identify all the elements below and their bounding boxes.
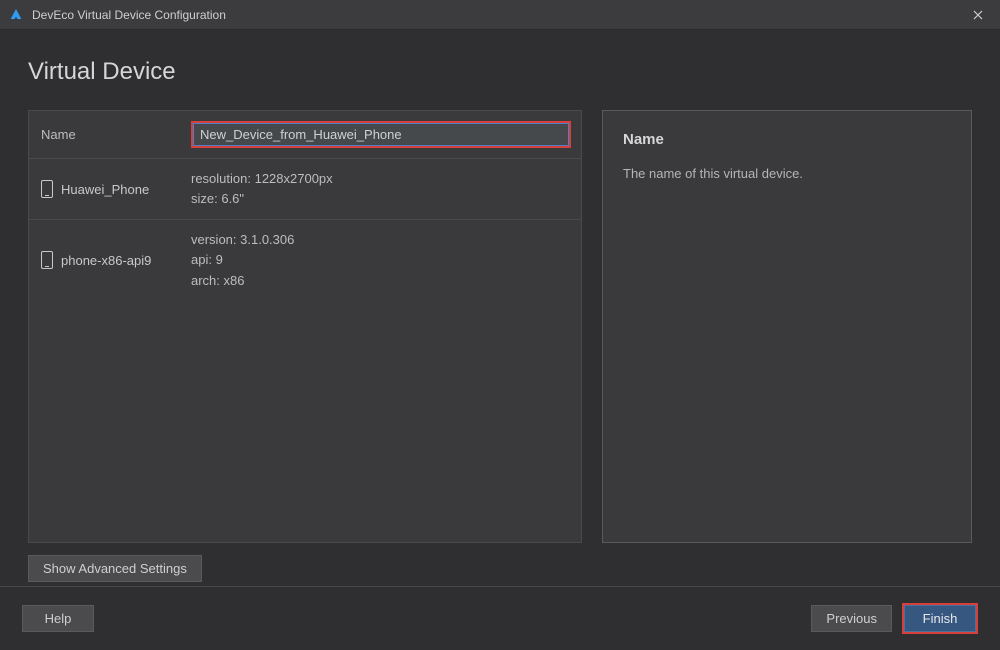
page-title: Virtual Device [28, 58, 972, 86]
finish-button-highlight: Finish [902, 603, 978, 634]
config-panel: Name Huawei_Phone resolution: 1228x2700p… [28, 110, 582, 543]
finish-button[interactable]: Finish [904, 605, 976, 632]
device-row[interactable]: Huawei_Phone resolution: 1228x2700px siz… [29, 158, 581, 219]
device-name: phone-x86-api9 [61, 253, 151, 268]
advanced-row: Show Advanced Settings [28, 555, 972, 582]
app-logo-icon [8, 7, 24, 23]
device-details: version: 3.1.0.306 api: 9 arch: x86 [191, 230, 571, 290]
phone-icon [41, 180, 53, 198]
device-row[interactable]: phone-x86-api9 version: 3.1.0.306 api: 9… [29, 219, 581, 300]
help-button[interactable]: Help [22, 605, 94, 632]
device-detail-line: size: 6.6" [191, 189, 571, 209]
phone-icon [41, 251, 53, 269]
device-details: resolution: 1228x2700px size: 6.6" [191, 169, 571, 209]
device-label: phone-x86-api9 [41, 251, 181, 269]
titlebar: DevEco Virtual Device Configuration [0, 0, 1000, 30]
window-title: DevEco Virtual Device Configuration [32, 8, 964, 22]
info-body: The name of this virtual device. [623, 166, 951, 181]
close-button[interactable] [964, 1, 992, 29]
info-panel: Name The name of this virtual device. [602, 110, 972, 543]
name-input-highlight [191, 121, 571, 148]
device-detail-line: resolution: 1228x2700px [191, 169, 571, 189]
footer: Help Previous Finish [0, 586, 1000, 650]
device-detail-line: arch: x86 [191, 271, 571, 291]
info-title: Name [623, 131, 951, 148]
content-area: Virtual Device Name Huawei_Phone resolut… [0, 30, 1000, 586]
device-label: Huawei_Phone [41, 180, 181, 198]
device-name: Huawei_Phone [61, 182, 149, 197]
show-advanced-button[interactable]: Show Advanced Settings [28, 555, 202, 582]
device-detail-line: api: 9 [191, 250, 571, 270]
device-detail-line: version: 3.1.0.306 [191, 230, 571, 250]
panels: Name Huawei_Phone resolution: 1228x2700p… [28, 110, 972, 543]
device-name-input[interactable] [193, 123, 569, 146]
previous-button[interactable]: Previous [811, 605, 892, 632]
name-label: Name [41, 127, 181, 142]
name-row: Name [29, 111, 581, 158]
